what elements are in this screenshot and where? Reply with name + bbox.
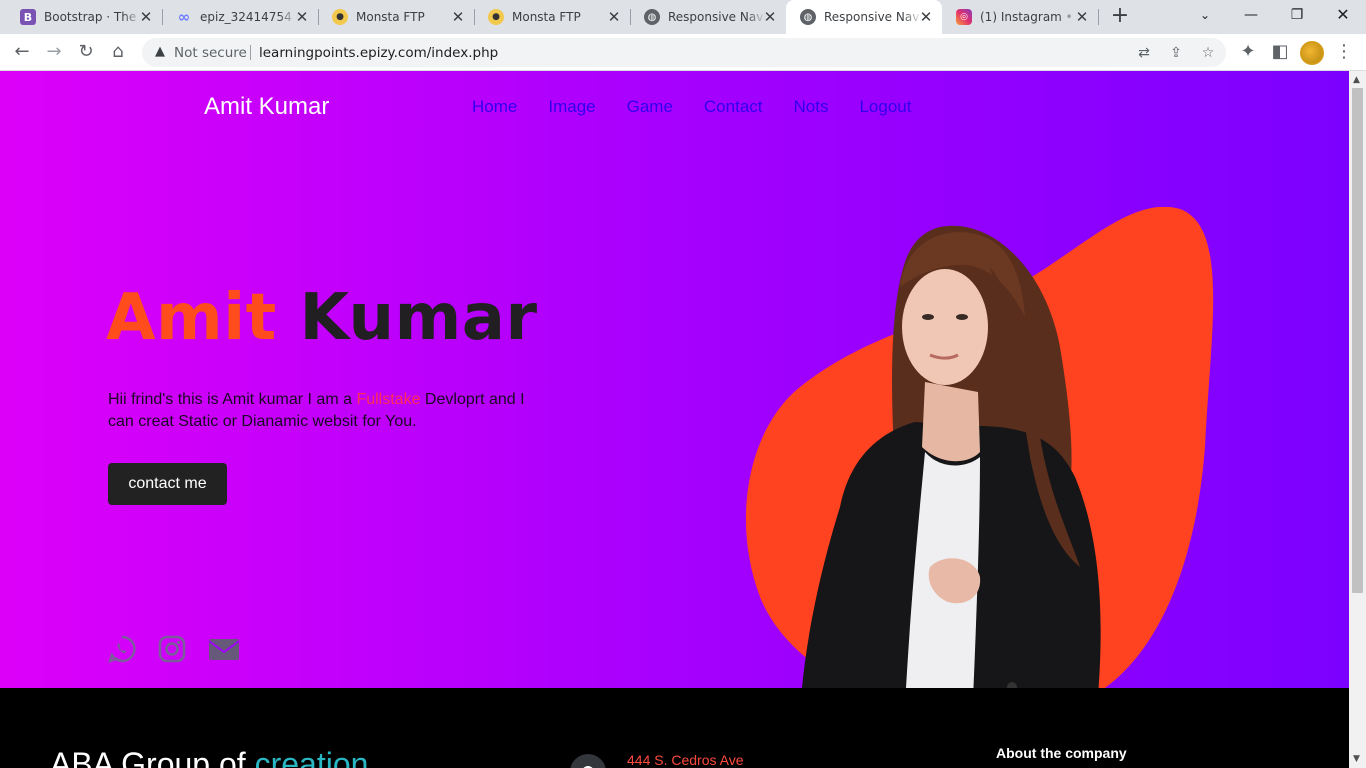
eye-shape	[956, 314, 968, 320]
footer-about-heading: About the company	[996, 745, 1127, 761]
face-shape	[902, 269, 988, 385]
browser-tab[interactable]: ◎ (1) Instagram • Chats ✕	[942, 0, 1099, 34]
close-tab-icon[interactable]: ✕	[294, 9, 310, 25]
scroll-up-icon[interactable]: ▲	[1353, 75, 1360, 85]
address-separator	[250, 45, 251, 60]
scroll-down-icon[interactable]: ▼	[1353, 754, 1360, 764]
footer-title-main: ABA Group of	[50, 746, 255, 768]
tab-title: Responsive Navigation	[824, 10, 922, 24]
nav-contact[interactable]: Contact	[704, 97, 763, 117]
hero-portrait-image	[745, 207, 1214, 767]
bootstrap-icon: B	[20, 9, 36, 25]
nav-nots[interactable]: Nots	[794, 97, 829, 117]
browser-tab[interactable]: B Bootstrap · The most popular HTML, CSS…	[6, 0, 163, 34]
tab-title: (1) Instagram • Chats	[980, 10, 1078, 24]
home-icon[interactable]: ⌂	[106, 40, 130, 64]
headline-first-name: Amit	[106, 281, 277, 355]
browser-tab[interactable]: ◍ Responsive Navigation ✕	[630, 0, 786, 34]
extensions-icon[interactable]: ✦	[1236, 40, 1260, 64]
hero-headline: Amit Kumar	[106, 281, 538, 355]
scrollbar-thumb[interactable]	[1352, 88, 1363, 593]
site-brand[interactable]: Amit Kumar	[204, 93, 329, 121]
browser-tab[interactable]: ● Monsta FTP ✕	[474, 0, 631, 34]
forward-icon[interactable]: →	[42, 40, 66, 64]
monsta-icon: ●	[488, 9, 504, 25]
neck-shape	[922, 382, 980, 462]
monsta-icon: ●	[332, 9, 348, 25]
nav-logout[interactable]: Logout	[859, 97, 911, 117]
close-tab-icon[interactable]: ✕	[606, 9, 622, 25]
infinity-icon: ∞	[177, 8, 191, 26]
close-tab-icon[interactable]: ✕	[918, 9, 934, 25]
browser-tab[interactable]: ∞ epiz_32414754 (learningpoints) ✕	[162, 0, 319, 34]
security-label[interactable]: Not secure	[174, 45, 247, 61]
close-tab-icon[interactable]: ✕	[138, 9, 154, 25]
browser-tab[interactable]: ● Monsta FTP ✕	[318, 0, 475, 34]
email-icon[interactable]	[208, 634, 240, 664]
footer-title-accent: creation	[254, 746, 369, 768]
browser-toolbar: ← → ↻ ⌂ ▲ Not secure learningpoints.epiz…	[0, 34, 1366, 71]
eye-shape	[922, 314, 934, 320]
globe-icon: ◍	[800, 9, 816, 25]
globe-icon: ◍	[644, 9, 660, 25]
minimize-icon[interactable]: —	[1228, 0, 1274, 30]
back-icon[interactable]: ←	[10, 40, 34, 64]
close-tab-icon[interactable]: ✕	[450, 9, 466, 25]
url-text[interactable]: learningpoints.epizy.com/index.php	[259, 45, 498, 61]
close-tab-icon[interactable]: ✕	[1074, 9, 1090, 25]
web-page: Amit Kumar Home Image Game Contact Nots …	[0, 71, 1349, 768]
side-panel-icon[interactable]: ◧	[1268, 40, 1292, 64]
tab-title: Monsta FTP	[356, 10, 425, 24]
nav-home[interactable]: Home	[472, 97, 517, 117]
browser-tab-bar: B Bootstrap · The most popular HTML, CSS…	[0, 0, 1366, 34]
restore-icon[interactable]: ❐	[1274, 0, 1320, 30]
close-tab-icon[interactable]: ✕	[762, 9, 778, 25]
footer-title: ABA Group of creation	[50, 746, 368, 768]
whatsapp-icon[interactable]	[107, 634, 137, 664]
hero-description: Hii frind's this is Amit kumar I am a Fu…	[108, 389, 528, 433]
browser-tab-active[interactable]: ◍ Responsive Navigation ✕	[786, 0, 942, 34]
tab-separator	[1098, 9, 1099, 25]
nav-game[interactable]: Game	[627, 97, 673, 117]
close-window-icon[interactable]: ✕	[1320, 0, 1366, 30]
location-pin-icon	[570, 754, 606, 768]
share-icon[interactable]: ⇪	[1166, 43, 1186, 63]
address-bar[interactable]: ▲ Not secure learningpoints.epizy.com/in…	[142, 38, 1226, 67]
instagram-icon[interactable]	[157, 634, 187, 664]
main-nav: Home Image Game Contact Nots Logout	[472, 97, 942, 117]
description-text: Hii frind's this is Amit kumar I am a	[108, 391, 357, 408]
new-tab-button[interactable]: +	[1108, 5, 1132, 29]
warning-icon[interactable]: ▲	[152, 44, 168, 60]
tab-title: Monsta FTP	[512, 10, 581, 24]
contact-me-button[interactable]: contact me	[108, 463, 227, 505]
bookmark-star-icon[interactable]: ☆	[1198, 43, 1218, 63]
profile-avatar[interactable]	[1300, 41, 1324, 65]
instagram-icon: ◎	[956, 9, 972, 25]
footer-section: ABA Group of creation 444 S. Cedros Ave …	[0, 688, 1349, 768]
headline-last-name: Kumar	[299, 281, 538, 355]
description-highlight: Fullstake	[356, 391, 421, 408]
page-scrollbar[interactable]: ▲ ▼	[1349, 71, 1366, 768]
tab-title: epiz_32414754 (learningpoints)	[200, 10, 298, 24]
tab-title: Bootstrap · The most popular HTML, CSS, …	[44, 10, 142, 24]
menu-dots-icon[interactable]: ⋮	[1332, 40, 1356, 64]
reload-icon[interactable]: ↻	[74, 40, 98, 64]
footer-address[interactable]: 444 S. Cedros Ave	[627, 752, 743, 768]
nav-image[interactable]: Image	[548, 97, 595, 117]
hero-section: Amit Kumar Home Image Game Contact Nots …	[0, 71, 1349, 767]
translate-icon[interactable]: ⇄	[1134, 43, 1154, 63]
tab-title: Responsive Navigation	[668, 10, 766, 24]
tab-search-icon[interactable]: ⌄	[1182, 0, 1228, 30]
